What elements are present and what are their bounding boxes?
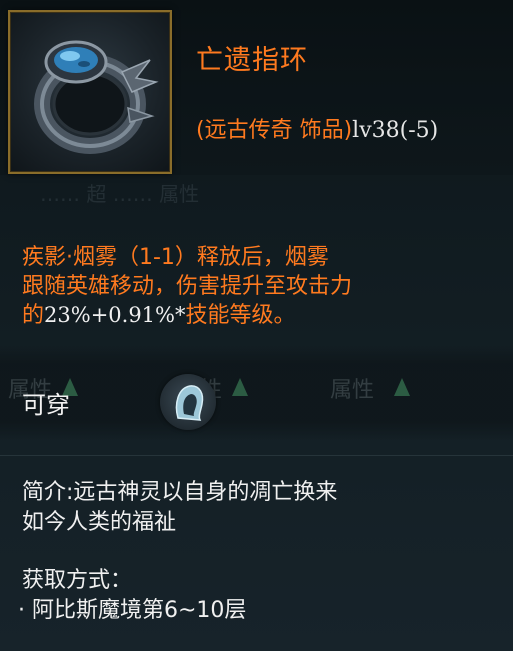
effect-line-1: 疾影·烟雾（1-1）释放后，烟雾: [22, 245, 329, 270]
effect-value: 23%+0.91%*: [44, 303, 186, 327]
effect-line-2: 跟随英雄移动，伤害提升至攻击力: [22, 274, 353, 299]
section-divider: [0, 455, 513, 456]
effect-line-3-suffix: 技能等级。: [185, 303, 296, 328]
ghost-attribute-3: 属性: [330, 378, 375, 403]
item-name: 亡遗指环: [196, 45, 308, 76]
hood-glyph-icon: [175, 385, 204, 421]
item-category: (远古传奇 饰品): [196, 118, 353, 143]
hood-icon: [160, 374, 216, 430]
item-level: lv38(-5): [352, 118, 439, 143]
background-ghost-text: …… 超 …… 属性: [40, 182, 200, 206]
description-line-2: 如今人类的福祉: [22, 510, 177, 535]
ghost-up-arrow-icon-2: [232, 378, 248, 396]
item-icon-frame: [8, 10, 172, 174]
obtain-method-item: · 阿比斯魔境第6~10层: [18, 598, 247, 623]
ring-icon: [34, 40, 159, 154]
description-line-1: 简介:远古神灵以自身的凋亡换来: [22, 480, 338, 505]
item-tooltip: 亡遗指环 (远古传奇 饰品)lv38(-5) …… 超 …… 属性 疾影·烟雾（…: [0, 0, 513, 651]
obtain-method-title: 获取方式：: [22, 568, 133, 593]
item-description: 简介:远古神灵以自身的凋亡换来 如今人类的福祉: [22, 478, 492, 538]
effect-line-3-prefix: 的: [22, 303, 45, 328]
ghost-up-arrow-icon-3: [394, 378, 410, 396]
item-subtitle: (远古传奇 饰品)lv38(-5): [196, 112, 438, 144]
effect-line-3: 的23%+0.91%*技能等级。: [22, 301, 492, 330]
item-effect: 疾影·烟雾（1-1）释放后，烟雾 跟随英雄移动，伤害提升至攻击力 的23%+0.…: [22, 243, 492, 330]
wearable-status: 可穿: [22, 391, 70, 419]
